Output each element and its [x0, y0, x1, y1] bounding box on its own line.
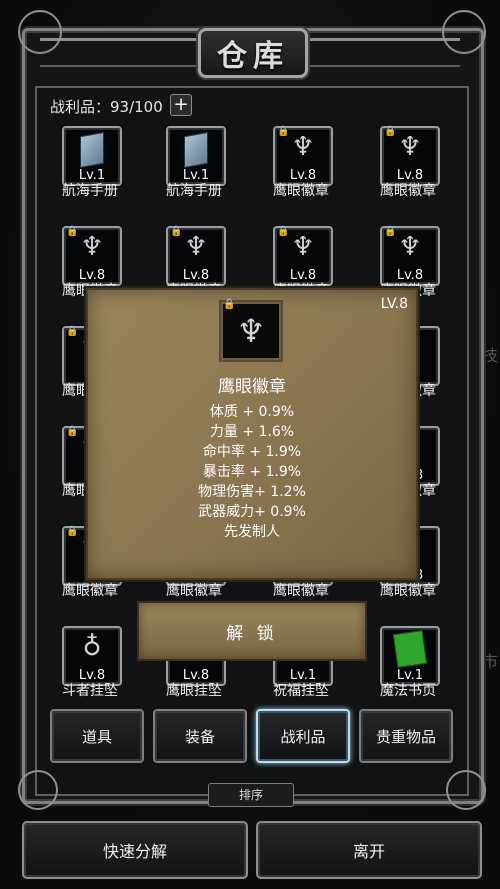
eagle-badge-icon: ♆ — [291, 132, 315, 162]
eagle-badge-icon: ♆ — [291, 232, 315, 262]
corner-ornament — [442, 10, 486, 54]
item-slot[interactable]: 🔒♆Lv.8 — [380, 226, 440, 286]
item-name: 航海手册 — [62, 183, 118, 199]
item-name: 鹰眼徽章 — [273, 583, 329, 599]
eagle-badge-icon: ♆ — [80, 232, 104, 262]
item-slot[interactable]: Lv.1 — [166, 126, 226, 186]
title-ornament-left — [40, 38, 200, 67]
eagle-badge-icon: ♆ — [398, 132, 422, 162]
title-ornament-right — [300, 38, 460, 67]
pendant-icon: ♁ — [82, 632, 102, 662]
item-name: 鹰眼徽章 — [380, 183, 436, 199]
stat-line: 体质 + 0.9% — [209, 404, 295, 420]
item-slot[interactable]: Lv.1 — [62, 126, 122, 186]
tab-equipment[interactable]: 装备 — [153, 709, 247, 763]
window-title: 仓库 — [217, 39, 289, 74]
stat-line: 物理伤害+ 1.2% — [198, 484, 306, 500]
item-name: 鹰眼徽章 — [273, 183, 329, 199]
corner-ornament — [18, 770, 58, 810]
item-name: 魔法书页 — [380, 683, 436, 699]
eagle-badge-icon: ♆ — [184, 232, 208, 262]
item-slot[interactable]: 🔒♆Lv.8 — [62, 226, 122, 286]
tooltip-stats: 体质 + 0.9% 力量 + 1.6% 命中率 + 1.9% 暴击率 + 1.9… — [88, 402, 416, 542]
eagle-badge-icon: ♆ — [398, 232, 422, 262]
tab-items[interactable]: 道具 — [50, 709, 144, 763]
item-slot[interactable]: Lv.1 — [380, 626, 440, 686]
book-icon — [80, 131, 104, 169]
lock-icon: 🔒 — [223, 299, 236, 310]
magic-page-icon — [392, 630, 428, 668]
item-slot[interactable]: 🔒♆Lv.8 — [273, 226, 333, 286]
loot-count: 战利品：93/100 — [50, 98, 163, 116]
sort-button[interactable]: 排序 — [208, 783, 294, 807]
stat-line: 武器威力+ 0.9% — [198, 504, 306, 520]
expand-capacity-button[interactable]: + — [170, 94, 192, 116]
item-slot[interactable]: 🔒♆Lv.8 — [273, 126, 333, 186]
eagle-badge-icon: ♆ — [236, 312, 266, 350]
tab-loot[interactable]: 战利品 — [256, 709, 350, 763]
edge-text-market: 市 — [482, 652, 499, 671]
item-name: 鹰眼徽章 — [62, 583, 118, 599]
window-title-plate: 仓库 — [198, 28, 308, 78]
unlock-button[interactable]: 解 锁 — [137, 601, 367, 661]
stat-line: 力量 + 1.6% — [209, 424, 295, 440]
item-name: 鹰眼徽章 — [166, 583, 222, 599]
item-slot[interactable]: ♁Lv.8 — [62, 626, 122, 686]
item-slot[interactable]: 🔒♆Lv.8 — [380, 126, 440, 186]
tab-valuables[interactable]: 贵重物品 — [359, 709, 453, 763]
item-slot[interactable]: 🔒♆Lv.8 — [166, 226, 226, 286]
corner-ornament — [18, 10, 62, 54]
leave-button[interactable]: 离开 — [256, 821, 482, 879]
stat-line: 命中率 + 1.9% — [202, 444, 302, 460]
item-tooltip: LV.8 🔒 ♆ 鹰眼徽章 体质 + 0.9% 力量 + 1.6% 命中率 + … — [86, 288, 418, 580]
book-icon — [184, 131, 208, 169]
tooltip-level: LV.8 — [380, 296, 408, 312]
stat-line: 先发制人 — [224, 524, 280, 540]
item-name: 鹰眼挂坠 — [166, 683, 222, 699]
stat-line: 暴击率 + 1.9% — [202, 464, 302, 480]
tooltip-item-name: 鹰眼徽章 — [218, 377, 286, 397]
item-name: 祝福挂坠 — [273, 683, 329, 699]
quick-decompose-button[interactable]: 快速分解 — [22, 821, 248, 879]
item-name: 鹰眼徽章 — [380, 583, 436, 599]
corner-ornament — [446, 770, 486, 810]
item-name: 斗者挂坠 — [62, 683, 118, 699]
item-name: 航海手册 — [166, 183, 222, 199]
edge-text-skill: 技 — [482, 346, 499, 365]
tooltip-item-slot: 🔒 ♆ — [219, 299, 283, 362]
